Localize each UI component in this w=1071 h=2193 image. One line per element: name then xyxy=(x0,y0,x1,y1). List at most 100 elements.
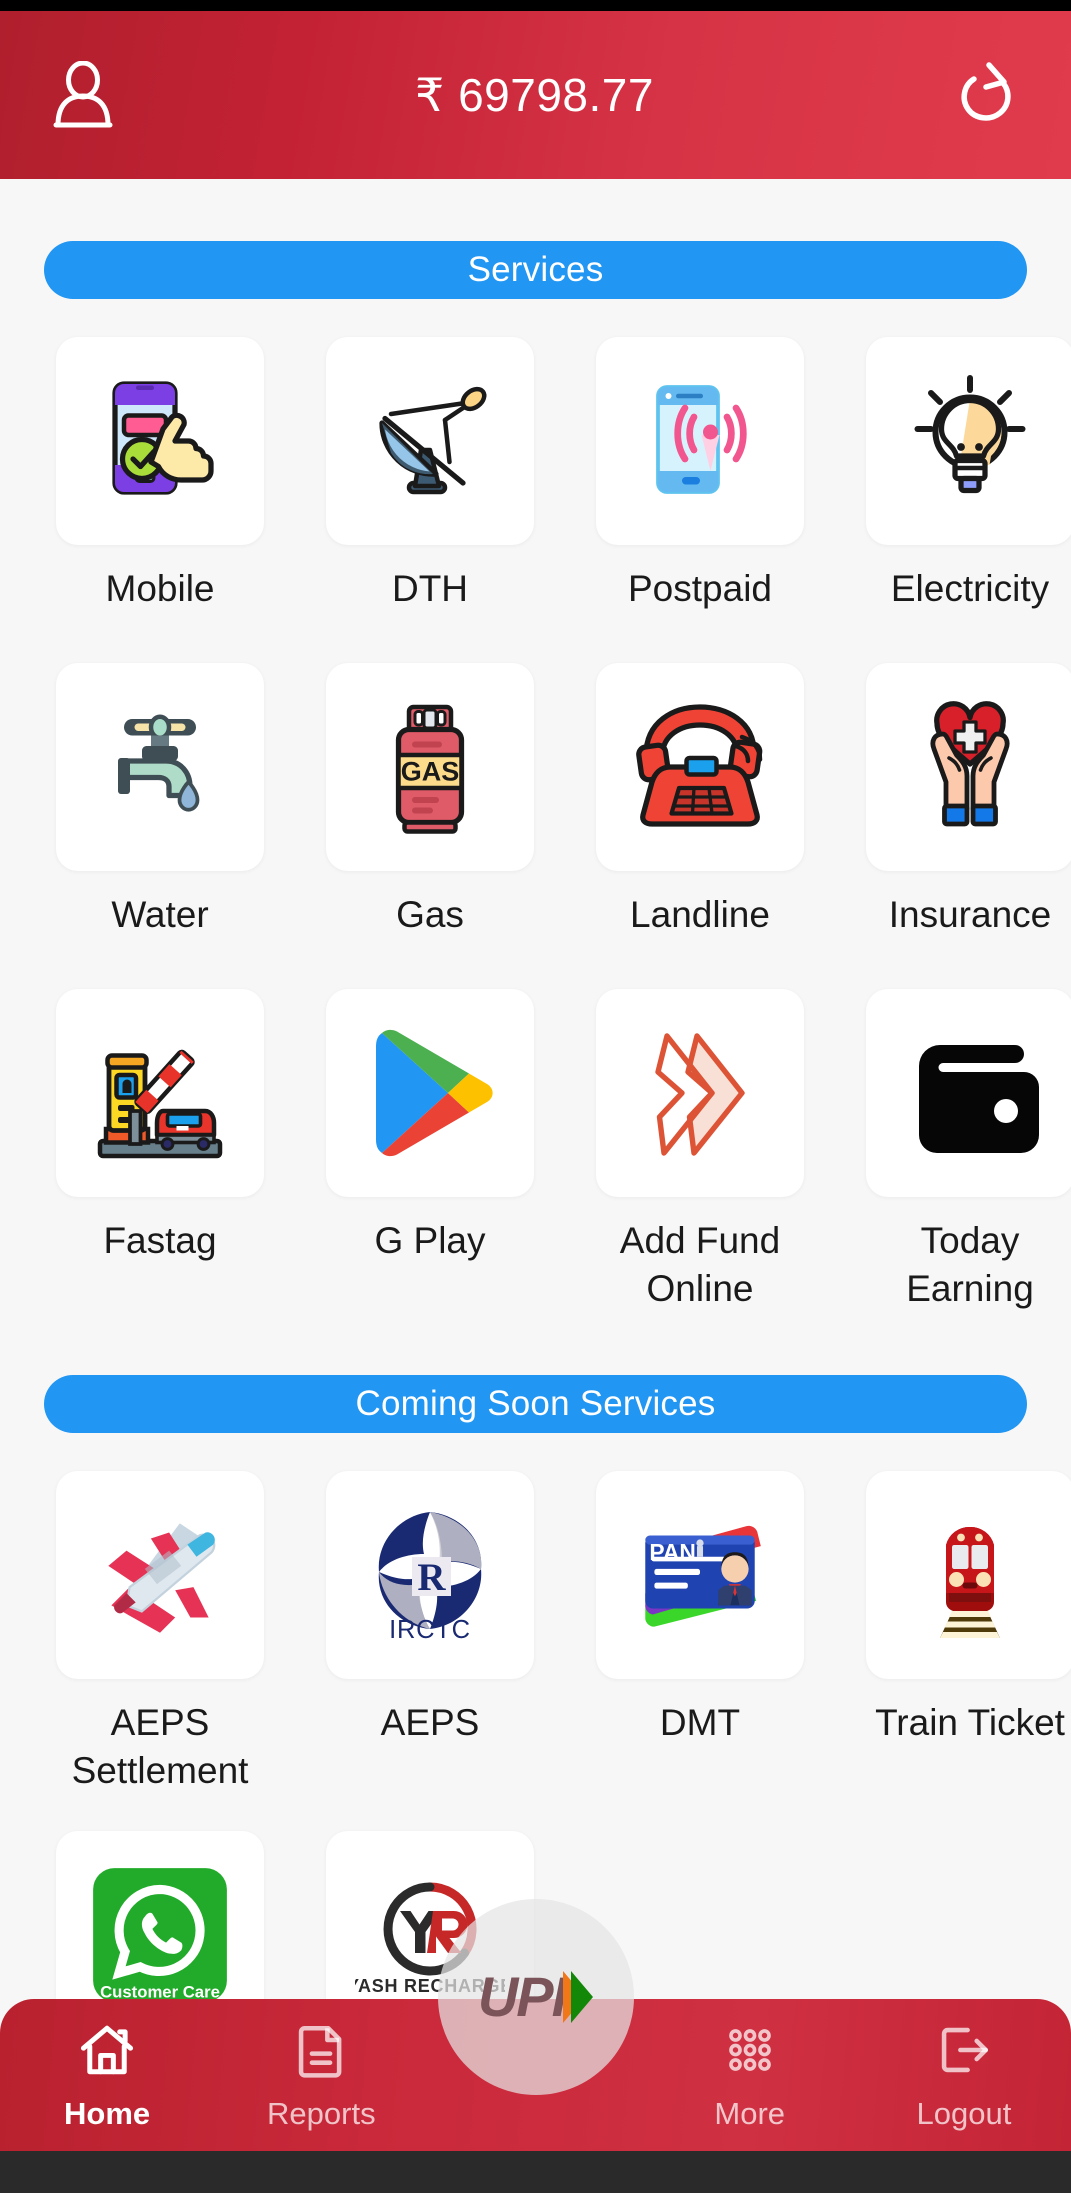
service-tile-train-ticket[interactable]: Train Ticket xyxy=(854,1471,1071,1795)
tile-label: Postpaid xyxy=(628,568,772,609)
mobile-recharge-icon xyxy=(85,366,235,516)
svg-text:R: R xyxy=(417,1556,446,1599)
pan-card-icon: PAN xyxy=(624,1499,776,1651)
postpaid-signal-icon xyxy=(625,366,775,516)
service-tile-dth[interactable]: DTH xyxy=(314,337,546,627)
grid-row-gap xyxy=(44,953,1071,989)
nav-item-reports[interactable]: Reports xyxy=(214,2021,428,2129)
tile-label: Mobile xyxy=(105,568,215,609)
svg-text:IRCTC: IRCTC xyxy=(389,1616,471,1644)
service-tile-landline[interactable]: Landline xyxy=(584,663,816,953)
wallet-icon xyxy=(895,1018,1045,1168)
service-tile-gas[interactable]: GAS Gas xyxy=(314,663,546,953)
section-header-services[interactable]: Services xyxy=(44,241,1027,299)
balance-amount: ₹ 69798.77 xyxy=(415,69,654,121)
tile-icon-card xyxy=(56,989,264,1197)
document-icon xyxy=(292,2021,350,2084)
svg-text:GAS: GAS xyxy=(401,757,460,787)
tile-icon-card xyxy=(866,1471,1071,1680)
service-tile-aeps-irctc[interactable]: R IRCTC AEPS xyxy=(314,1471,546,1795)
tile-icon-card: R IRCTC xyxy=(326,1471,534,1680)
airplane-icon xyxy=(84,1499,236,1651)
google-play-icon xyxy=(355,1018,505,1168)
service-tile-gplay[interactable]: G Play xyxy=(314,989,546,1313)
nav-item-more[interactable]: More xyxy=(643,2021,857,2129)
nav-item-logout[interactable]: Logout xyxy=(857,2021,1071,2129)
tile-icon-card xyxy=(56,1471,264,1680)
service-tile-aeps-settlement[interactable]: AEPS Settlement xyxy=(44,1471,276,1795)
tile-label: Add Fund Online xyxy=(619,1220,781,1310)
tile-icon-card xyxy=(596,663,804,871)
home-icon xyxy=(78,2021,136,2084)
insurance-heart-hands-icon xyxy=(895,692,1045,842)
service-tile-add-fund-online[interactable]: Add Fund Online xyxy=(584,989,816,1313)
tile-icon-card: PAN xyxy=(596,1471,804,1680)
tile-icon-card xyxy=(866,663,1071,871)
tile-icon-card xyxy=(56,663,264,871)
refresh-icon xyxy=(955,61,1019,129)
service-tile-fastag[interactable]: Fastag xyxy=(44,989,276,1313)
service-tile-water[interactable]: Water xyxy=(44,663,276,953)
nav-label: Logout xyxy=(916,2096,1012,2131)
tile-icon-card xyxy=(866,989,1071,1197)
upi-icon: UPI xyxy=(477,1965,594,2028)
tile-label: Today Earning xyxy=(906,1220,1034,1310)
grid-dots-icon xyxy=(721,2021,779,2084)
tile-icon-card xyxy=(596,989,804,1197)
refresh-button[interactable] xyxy=(955,61,1019,129)
fastag-toll-icon xyxy=(85,1018,235,1168)
nav-item-home[interactable]: Home xyxy=(0,2021,214,2129)
app-screen: ₹ 69798.77 Services Mobile DTH Postpaid … xyxy=(0,0,1071,2193)
grid-row-gap xyxy=(44,1795,1071,1831)
system-navigation-bar xyxy=(0,2151,1071,2193)
tile-label: G Play xyxy=(374,1220,486,1261)
logout-icon xyxy=(935,2021,993,2084)
tile-label: DTH xyxy=(391,568,469,609)
tile-label: Fastag xyxy=(103,1220,217,1261)
service-tile-postpaid[interactable]: Postpaid xyxy=(584,337,816,627)
water-tap-icon xyxy=(85,692,235,842)
satellite-dish-icon xyxy=(355,366,505,516)
app-header: ₹ 69798.77 xyxy=(0,11,1071,179)
svg-text:PAN: PAN xyxy=(649,1539,695,1565)
service-tile-electricity[interactable]: Electricity xyxy=(854,337,1071,627)
upi-button[interactable]: UPI xyxy=(437,1899,634,2095)
status-bar xyxy=(0,0,1071,11)
services-grid: Mobile DTH Postpaid Electricity Water GA… xyxy=(44,337,1071,1313)
tile-icon-card xyxy=(326,337,534,545)
nav-label: Home xyxy=(64,2096,151,2131)
tile-label: Landline xyxy=(630,894,770,935)
add-fund-arrows-icon xyxy=(625,1018,775,1168)
main-content: Services Mobile DTH Postpaid Electricity… xyxy=(0,179,1071,2041)
tile-label: Electricity xyxy=(890,568,1050,609)
section-title: Coming Soon Services xyxy=(355,1384,716,1424)
nav-label: More xyxy=(714,2096,786,2131)
section-title: Services xyxy=(467,250,604,289)
tile-label: DMT xyxy=(659,1702,741,1744)
tile-label: AEPS xyxy=(380,1702,480,1744)
user-icon xyxy=(52,60,114,129)
grid-row-gap xyxy=(44,627,1071,663)
landline-phone-icon xyxy=(625,692,775,842)
upi-label: UPI xyxy=(477,1965,567,2028)
tile-icon-card xyxy=(326,989,534,1197)
tile-icon-card xyxy=(866,337,1071,545)
tile-icon-card: GAS xyxy=(326,663,534,871)
tile-label: Gas xyxy=(396,894,464,935)
irctc-logo-icon: R IRCTC xyxy=(355,1500,505,1650)
tile-label: AEPS Settlement xyxy=(71,1702,249,1792)
profile-button[interactable] xyxy=(52,60,114,129)
nav-label: Reports xyxy=(267,2096,376,2131)
tile-icon-card xyxy=(56,337,264,545)
service-tile-today-earning[interactable]: Today Earning xyxy=(854,989,1071,1313)
tile-label: Insurance xyxy=(888,894,1052,935)
train-icon xyxy=(895,1500,1045,1650)
gas-cylinder-icon: GAS xyxy=(355,692,505,842)
tile-label: Water xyxy=(111,894,209,935)
service-tile-dmt[interactable]: PAN DMT xyxy=(584,1471,816,1795)
whatsapp-icon: Customer Care xyxy=(84,1859,236,2011)
tile-label: Train Ticket xyxy=(875,1702,1065,1744)
service-tile-insurance[interactable]: Insurance xyxy=(854,663,1071,953)
service-tile-mobile[interactable]: Mobile xyxy=(44,337,276,627)
section-header-coming-soon[interactable]: Coming Soon Services xyxy=(44,1375,1027,1434)
